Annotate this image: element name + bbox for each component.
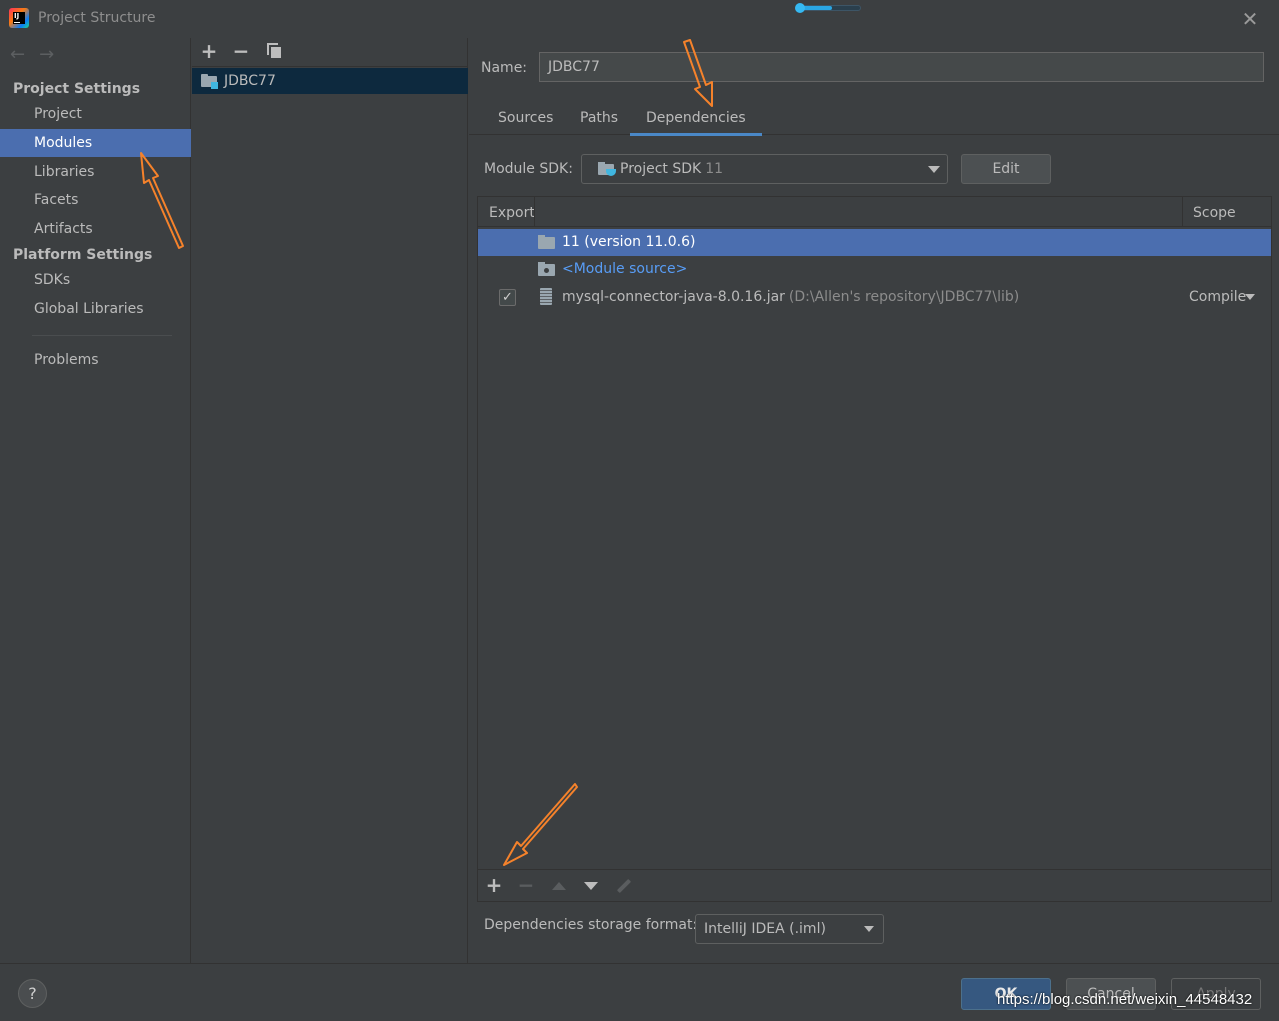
sdk-version: 11	[705, 161, 724, 177]
nav-item-global-libraries[interactable]: Global Libraries	[0, 295, 191, 323]
dependencies-toolbar: + −	[478, 869, 1271, 901]
module-list: JDBC77	[192, 68, 468, 94]
table-row[interactable]: ✓ mysql-connector-java-8.0.16.jar (D:\All…	[478, 284, 1271, 311]
nav-item-modules[interactable]: Modules	[0, 129, 191, 157]
copy-icon[interactable]	[267, 43, 281, 58]
title-bar: IJ Project Structure ✕	[0, 0, 1279, 38]
dependency-entry: mysql-connector-java-8.0.16.jar (D:\Allen…	[562, 284, 1019, 311]
table-row[interactable]: 11 (version 11.0.6)	[478, 229, 1271, 256]
project-settings-header: Project Settings	[13, 81, 141, 97]
dependency-path: (D:\Allen's repository\JDBC77\lib)	[788, 289, 1020, 305]
module-tabs: Sources Paths Dependencies	[469, 102, 1279, 136]
dependencies-table: Export Scope 11 (version 11.0.6) <Module…	[477, 196, 1272, 902]
back-arrow-icon[interactable]: ←	[10, 44, 25, 65]
nav-item-artifacts[interactable]: Artifacts	[0, 215, 191, 243]
module-detail-pane: Name: JDBC77 Sources Paths Dependencies …	[469, 38, 1279, 963]
nav-item-sdks[interactable]: SDKs	[0, 266, 191, 294]
dependency-name: <Module source>	[562, 261, 688, 277]
tab-sources[interactable]: Sources	[498, 110, 553, 126]
jar-icon	[540, 288, 552, 305]
dependency-name: 11 (version 11.0.6)	[562, 234, 696, 250]
sdk-folder-icon	[598, 162, 616, 176]
storage-format-value: IntelliJ IDEA (.iml)	[704, 921, 826, 937]
module-list-pane: + − JDBC77	[192, 38, 468, 963]
edit-pencil-icon[interactable]	[616, 878, 632, 894]
chevron-down-icon	[928, 166, 940, 173]
watermark: https://blog.csdn.net/weixin_44548432	[997, 991, 1253, 1008]
storage-format-select[interactable]: IntelliJ IDEA (.iml)	[695, 914, 884, 944]
module-sdk-label: Module SDK:	[484, 161, 573, 177]
edit-sdk-button[interactable]: Edit	[961, 154, 1051, 184]
column-export[interactable]: Export	[489, 205, 535, 221]
module-folder-icon	[201, 74, 218, 89]
add-dependency-icon[interactable]: +	[484, 875, 504, 895]
dependency-name: mysql-connector-java-8.0.16.jar	[562, 289, 785, 305]
forward-arrow-icon[interactable]: →	[39, 44, 54, 65]
chevron-down-icon	[864, 926, 874, 932]
nav-item-project[interactable]: Project	[0, 100, 191, 128]
tab-paths[interactable]: Paths	[580, 110, 618, 126]
column-scope[interactable]: Scope	[1193, 205, 1236, 221]
module-sdk-select[interactable]: Project SDK 11	[581, 154, 948, 184]
sdk-value: Project SDK	[620, 161, 702, 177]
nav-item-libraries[interactable]: Libraries	[0, 158, 191, 186]
platform-settings-header: Platform Settings	[13, 247, 153, 263]
module-row-label: JDBC77	[224, 73, 276, 89]
storage-format-label: Dependencies storage format:	[484, 917, 698, 933]
help-button[interactable]: ?	[18, 979, 47, 1008]
sdk-folder-icon	[538, 235, 556, 250]
window-title: Project Structure	[38, 10, 156, 26]
module-toolbar: + −	[192, 38, 468, 67]
progress-bar	[797, 5, 861, 11]
add-icon[interactable]: +	[199, 41, 219, 61]
move-up-icon[interactable]	[552, 882, 566, 890]
name-label: Name:	[481, 60, 528, 76]
move-down-icon[interactable]	[584, 882, 598, 890]
chevron-down-icon[interactable]	[1245, 294, 1255, 300]
table-row[interactable]: <Module source>	[478, 256, 1271, 283]
scope-select[interactable]: Compile	[1189, 284, 1246, 311]
progress-knob	[795, 3, 805, 13]
scope-value: Compile	[1189, 289, 1247, 305]
nav-history: ← →	[10, 44, 68, 65]
export-checkbox[interactable]: ✓	[499, 289, 516, 306]
remove-dependency-icon[interactable]: −	[516, 875, 536, 895]
nav-item-problems[interactable]: Problems	[0, 346, 191, 374]
nav-divider	[32, 335, 172, 336]
settings-nav: ← → Project Settings Project Modules Libr…	[0, 38, 191, 963]
intellij-logo-icon: IJ	[9, 8, 29, 28]
tab-dependencies[interactable]: Dependencies	[630, 110, 762, 136]
close-icon[interactable]: ✕	[1240, 9, 1260, 29]
table-header: Export Scope	[478, 197, 1271, 227]
source-folder-icon	[538, 262, 556, 277]
module-name-input[interactable]: JDBC77	[539, 52, 1264, 82]
remove-icon[interactable]: −	[231, 41, 251, 61]
module-row[interactable]: JDBC77	[192, 68, 468, 94]
nav-item-facets[interactable]: Facets	[0, 186, 191, 214]
